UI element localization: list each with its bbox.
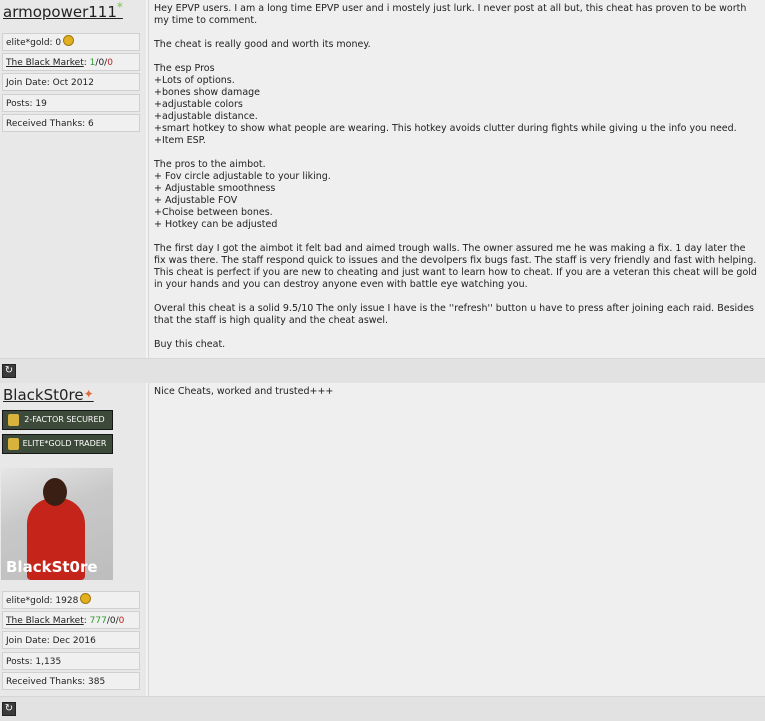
post-2-thanks: Received Thanks: 385 bbox=[2, 672, 140, 690]
black-market-link[interactable]: The Black Market bbox=[6, 616, 84, 626]
post-2-posts: Posts: 1,135 bbox=[2, 652, 140, 670]
post-2-black-market: The Black Market: 777/0/0 bbox=[2, 611, 140, 629]
post-1: armopower111* elite*gold: 0 The Black Ma… bbox=[0, 0, 765, 383]
post-1-elite-gold: elite*gold: 0 bbox=[2, 33, 140, 51]
post-1-username[interactable]: armopower111* bbox=[3, 0, 123, 21]
post-1-content: Hey EPVP users. I am a long time EPVP us… bbox=[148, 0, 765, 358]
post-2-footer: ↻ bbox=[0, 696, 765, 721]
post-2-content: Nice Cheats, worked and trusted+++ bbox=[148, 383, 765, 696]
post-2-message: Nice Cheats, worked and trusted+++ bbox=[154, 386, 334, 397]
refresh-icon[interactable]: ↻ bbox=[2, 364, 16, 378]
post-1-message: Hey EPVP users. I am a long time EPVP us… bbox=[154, 3, 757, 350]
post-1-black-market: The Black Market: 1/0/0 bbox=[2, 53, 140, 71]
post-1-posts: Posts: 19 bbox=[2, 94, 140, 112]
black-market-link[interactable]: The Black Market bbox=[6, 58, 84, 68]
post-1-user-sidebar: armopower111* elite*gold: 0 The Black Ma… bbox=[0, 0, 146, 358]
post-2-elite-gold: elite*gold: 1928 bbox=[2, 591, 140, 609]
refresh-icon[interactable]: ↻ bbox=[2, 702, 16, 716]
post-1-thanks: Received Thanks: 6 bbox=[2, 114, 140, 132]
gold-coin-icon bbox=[80, 593, 92, 604]
post-1-footer: ↻ bbox=[0, 358, 765, 383]
post-1-join-date: Join Date: Oct 2012 bbox=[2, 73, 140, 91]
star-icon: * bbox=[116, 0, 123, 14]
gold-coin-icon bbox=[63, 35, 75, 46]
post-2-join-date: Join Date: Dec 2016 bbox=[2, 631, 140, 649]
post-2-info-stack: elite*gold: 1928 The Black Market: 777/0… bbox=[0, 383, 146, 696]
